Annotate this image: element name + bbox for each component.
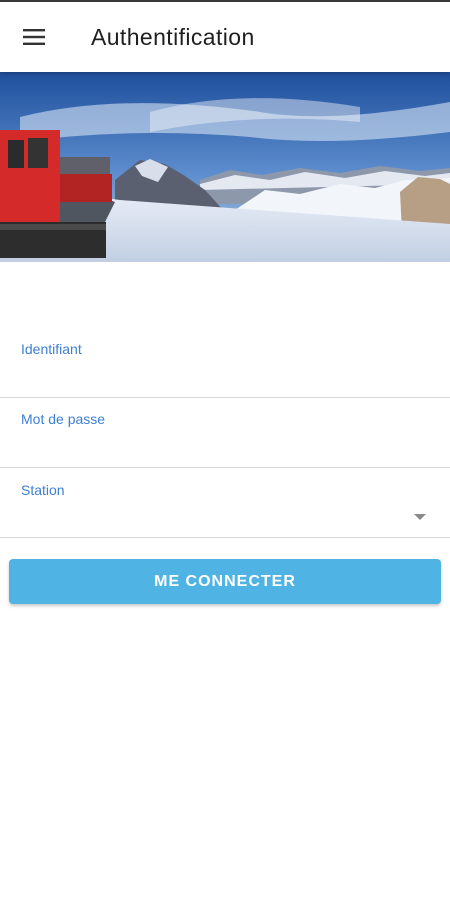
password-field[interactable]: Mot de passe	[0, 398, 450, 468]
identifiant-label: Identifiant	[21, 341, 82, 357]
station-select[interactable]	[21, 502, 436, 532]
identifiant-input[interactable]	[21, 364, 431, 388]
hero-image	[0, 72, 450, 262]
hamburger-menu-icon	[23, 29, 45, 45]
app-bar: Authentification	[0, 2, 450, 72]
station-label: Station	[21, 482, 65, 498]
page-title: Authentification	[91, 24, 255, 50]
menu-button[interactable]	[14, 17, 56, 57]
password-input[interactable]	[21, 434, 431, 458]
password-label: Mot de passe	[21, 411, 106, 427]
identifiant-field[interactable]: Identifiant	[0, 326, 450, 398]
login-button[interactable]: ME CONNECTER	[9, 559, 441, 604]
station-field[interactable]: Station	[0, 468, 450, 538]
caret-down-icon[interactable]	[414, 514, 426, 520]
